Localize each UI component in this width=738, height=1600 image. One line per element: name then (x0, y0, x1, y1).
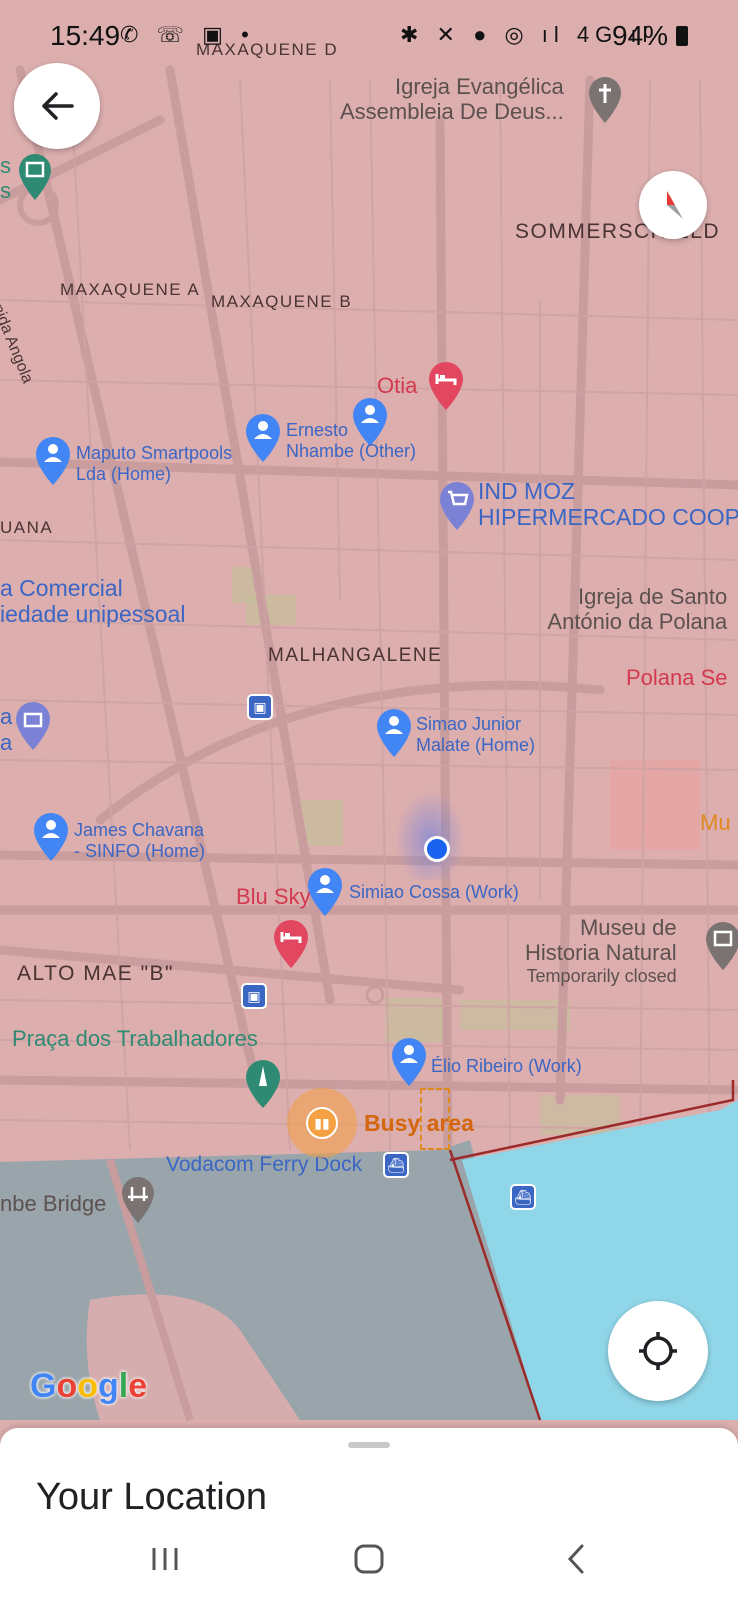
arrow-left-icon (42, 92, 74, 120)
bus-stop-icon[interactable]: ▣ (247, 694, 273, 720)
poi-comercial-line2: iedade unipessoal (0, 601, 186, 628)
contact-label-james[interactable]: James Chavana - SINFO (Home) (74, 820, 205, 861)
poi-museu-line2: Historia Natural (525, 940, 677, 966)
google-logo: Google (30, 1367, 147, 1406)
sheet-drag-handle[interactable] (348, 1442, 390, 1448)
poi-ferry[interactable]: Vodacom Ferry Dock (166, 1153, 362, 1177)
shopping-bag-pin-icon[interactable] (14, 700, 52, 752)
status-battery: 94% (612, 20, 669, 51)
poi-igreja-santo-line2: António da Polana (547, 609, 728, 635)
google-logo-o1: o (56, 1367, 78, 1405)
recents-icon[interactable] (148, 1542, 182, 1576)
google-logo-g: G (30, 1367, 57, 1405)
poi-comercial-line1: a Comercial (0, 575, 123, 601)
contact-label-maputo-line2: Lda (Home) (76, 463, 172, 484)
hotel-pin-blu-sky-icon[interactable] (272, 918, 310, 970)
contact-label-elio[interactable]: Élio Ribeiro (Work) (431, 1056, 582, 1077)
area-label-maxaquene-b: MAXAQUENE B (211, 292, 353, 311)
contact-pin-elio-icon[interactable] (390, 1036, 428, 1088)
contact-label-simao-line2: Malate (Home) (416, 734, 536, 755)
google-logo-e: e (128, 1367, 148, 1405)
shopping-pin-ind-moz-icon[interactable] (438, 480, 476, 532)
poi-igreja-santo[interactable]: Igreja de Santo António da Polana (540, 584, 727, 635)
bus-stop-icon-2[interactable]: ▣ (241, 983, 267, 1009)
monument-pin-icon[interactable] (244, 1058, 282, 1110)
poi-mu[interactable]: Mu (700, 810, 731, 835)
poi-left-s2: s (0, 178, 11, 203)
compass-icon (667, 191, 683, 219)
status-notification-icons: ✆ ☏ ▣ • (120, 22, 255, 47)
contact-label-simao[interactable]: Simao Junior Malate (Home) (416, 714, 535, 755)
poi-otia[interactable]: Otia (377, 373, 417, 398)
bridge-pin-icon[interactable] (120, 1175, 156, 1225)
contact-pin-simiao-icon[interactable] (306, 866, 344, 918)
contact-label-ernesto[interactable]: Ernesto Nhambe (Other) (286, 420, 416, 461)
contact-label-james-line1: James Chavana (74, 820, 205, 840)
contact-pin-maputo-icon[interactable] (34, 435, 72, 487)
poi-comercial[interactable]: a Comercial iedade unipessoal (0, 575, 185, 628)
poi-ind-moz-line1: IND MOZ (478, 478, 576, 504)
area-label-alto-mae-b: ALTO MAE "B" (17, 962, 175, 985)
poi-igreja-evangelica-line1: Igreja Evangélica (394, 74, 564, 99)
poi-museu[interactable]: Museu de Historia Natural Temporarily cl… (525, 915, 677, 986)
contact-label-ernesto-line1: Ernesto (286, 420, 349, 440)
contact-label-maputo-line1: Maputo Smartpools (76, 443, 233, 463)
poi-igreja-evangelica[interactable]: Igreja Evangélica Assembleia De Deus... (340, 74, 564, 125)
poi-igreja-santo-line1: Igreja de Santo (578, 584, 728, 609)
busy-area-label[interactable]: Busy area (364, 1110, 474, 1136)
contact-label-simiao[interactable]: Simiao Cossa (Work) (349, 882, 519, 903)
google-logo-l: l (118, 1367, 129, 1405)
crosshair-icon (639, 1332, 677, 1370)
poi-museu-status: Temporarily closed (526, 965, 677, 986)
museum-pin-historia-natural-icon[interactable] (704, 920, 738, 972)
poi-left-a2: a (0, 730, 13, 755)
poi-blu-sky[interactable]: Blu Sky (236, 884, 311, 909)
poi-praca[interactable]: Praça dos Trabalhadores (12, 1026, 258, 1051)
hotel-pin-otia-icon[interactable] (427, 360, 465, 412)
poi-bridge[interactable]: nbe Bridge (0, 1191, 106, 1216)
poi-left-s1: s (0, 153, 11, 178)
compass-button[interactable] (639, 171, 707, 239)
contact-label-simao-line1: Simao Junior (416, 714, 522, 734)
google-logo-g2: g (98, 1367, 119, 1405)
google-logo-o2: o (77, 1367, 99, 1405)
contact-label-maputo[interactable]: Maputo Smartpools Lda (Home) (76, 443, 232, 484)
home-icon[interactable] (352, 1542, 386, 1576)
status-time: 15:49 (50, 20, 121, 51)
poi-left-a1: a (0, 704, 13, 729)
poi-ind-moz[interactable]: IND MOZ HIPERMERCADO COOP (478, 478, 738, 531)
system-nav-bar (0, 1530, 738, 1600)
church-pin-icon[interactable] (587, 75, 623, 125)
ferry-icon-2[interactable]: ⛴ (510, 1184, 536, 1210)
busy-area-icon[interactable]: ▮▮ (306, 1107, 338, 1139)
poi-museu-line1: Museu de (579, 915, 677, 940)
poi-igreja-evangelica-line2: Assembleia De Deus... (340, 99, 564, 125)
location-heading-beam (395, 790, 465, 880)
sheet-title: Your Location (36, 1476, 268, 1518)
battery-icon (676, 26, 688, 46)
contact-pin-ernesto-1-icon[interactable] (244, 412, 282, 464)
area-label-uana: UANA (0, 518, 54, 537)
my-location-button[interactable] (608, 1301, 708, 1401)
contact-pin-simao-icon[interactable] (375, 707, 413, 759)
ferry-icon[interactable]: ⛴ (383, 1152, 409, 1178)
status-bar: 15:49 ✆ ☏ ▣ • ✱ ✕ ● ◎ ıl 4G ıl 94% (0, 0, 738, 70)
museum-pin-icon[interactable] (17, 152, 53, 202)
nav-back-icon[interactable] (560, 1542, 594, 1576)
area-label-malhangalene: MALHANGALENE (268, 645, 443, 666)
busy-area-outline (420, 1088, 450, 1150)
contact-pin-james-icon[interactable] (32, 811, 70, 863)
back-button[interactable] (14, 63, 100, 149)
contact-label-james-line2: - SINFO (Home) (74, 840, 206, 861)
poi-polana[interactable]: Polana Se (626, 665, 728, 690)
current-location-dot[interactable] (424, 836, 450, 862)
contact-label-ernesto-line2: Nhambe (Other) (286, 440, 417, 461)
area-label-maxaquene-a: MAXAQUENE A (60, 280, 201, 299)
poi-ind-moz-line2: HIPERMERCADO COOP (478, 504, 738, 531)
